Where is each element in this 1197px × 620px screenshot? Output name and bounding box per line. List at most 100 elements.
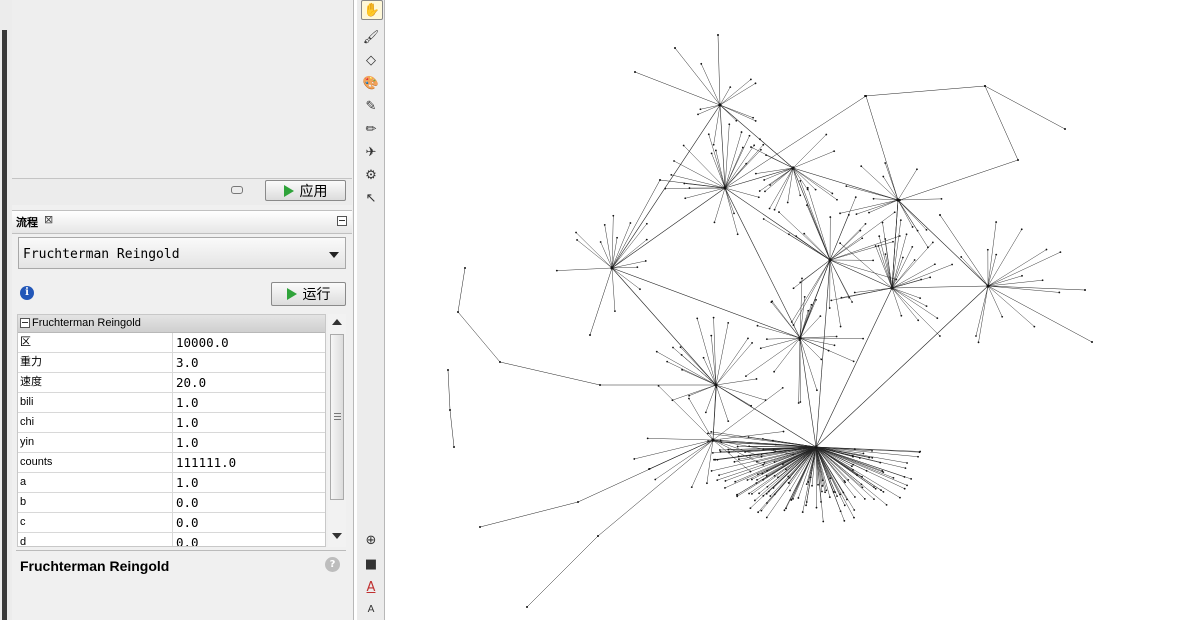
minimize-icon[interactable] (337, 216, 347, 226)
graph-node[interactable] (917, 455, 919, 458)
graph-node[interactable] (799, 194, 802, 197)
graph-node[interactable] (918, 451, 921, 454)
graph-node[interactable] (707, 133, 710, 136)
graph-node[interactable] (821, 490, 823, 493)
graph-node[interactable] (862, 452, 865, 455)
graph-node[interactable] (925, 228, 928, 231)
graph-node[interactable] (611, 267, 613, 269)
graph-node[interactable] (792, 453, 795, 456)
palette-icon[interactable]: 🎨 (361, 74, 381, 92)
graph-node[interactable] (852, 469, 854, 471)
graph-node[interactable] (829, 477, 832, 480)
graph-node[interactable] (783, 509, 786, 512)
graph-node[interactable] (688, 397, 690, 400)
graph-node[interactable] (673, 160, 675, 162)
graph-node[interactable] (878, 235, 881, 238)
graph-node[interactable] (861, 486, 864, 489)
scroll-thumb[interactable] (330, 334, 344, 500)
graph-node[interactable] (666, 360, 669, 363)
graph-node[interactable] (616, 236, 618, 239)
graph-node[interactable] (724, 480, 727, 482)
graph-node[interactable] (747, 337, 749, 340)
graph-node[interactable] (806, 188, 809, 191)
graph-node[interactable] (715, 384, 717, 386)
graph-node[interactable] (729, 86, 732, 89)
graph-node[interactable] (716, 458, 719, 461)
graph-node[interactable] (865, 95, 867, 97)
collapse-icon[interactable] (20, 318, 30, 328)
graph-node[interactable] (821, 479, 824, 482)
graph-node[interactable] (936, 317, 939, 320)
graph-node[interactable] (706, 482, 708, 485)
graph-node[interactable] (874, 245, 877, 247)
graph-node[interactable] (499, 361, 501, 363)
property-row[interactable]: bili 1.0 (18, 393, 325, 413)
graph-node[interactable] (845, 185, 848, 188)
graph-node[interactable] (724, 187, 726, 189)
graph-node[interactable] (839, 493, 842, 496)
graph-node[interactable] (749, 470, 752, 473)
graph-node[interactable] (688, 394, 691, 397)
font-color-icon[interactable]: A (361, 578, 381, 596)
graph-node[interactable] (860, 165, 863, 168)
graph-node[interactable] (871, 449, 873, 452)
graph-node[interactable] (758, 492, 761, 495)
graph-node[interactable] (868, 456, 871, 459)
graph-node[interactable] (766, 485, 769, 488)
graph-node[interactable] (751, 493, 753, 495)
graph-node[interactable] (881, 221, 884, 224)
graph-node[interactable] (447, 369, 449, 371)
graph-node[interactable] (803, 232, 806, 235)
graph-node[interactable] (711, 452, 714, 454)
graph-node[interactable] (1091, 341, 1093, 343)
graph-node[interactable] (762, 218, 765, 220)
property-value[interactable]: 0.0 (173, 493, 199, 512)
font-size-icon[interactable]: A (361, 600, 381, 618)
graph-node[interactable] (846, 498, 848, 501)
help-icon[interactable]: ? (325, 557, 340, 572)
graph-node[interactable] (684, 197, 687, 200)
graph-node[interactable] (790, 498, 793, 501)
scroll-down-icon[interactable] (332, 533, 342, 539)
graph-node[interactable] (825, 489, 828, 492)
property-value[interactable]: 1.0 (173, 433, 199, 452)
graph-node[interactable] (758, 190, 761, 192)
graph-node[interactable] (762, 143, 765, 146)
property-value[interactable]: 3.0 (173, 353, 199, 372)
graph-node[interactable] (905, 233, 908, 236)
graph-node[interactable] (853, 516, 855, 519)
graph-node[interactable] (735, 494, 738, 496)
graph-node[interactable] (751, 478, 753, 481)
graph-node[interactable] (760, 148, 762, 151)
graph-node[interactable] (836, 198, 838, 201)
property-row[interactable]: chi 1.0 (18, 413, 325, 433)
graph-node[interactable] (639, 288, 641, 291)
graph-node[interactable] (1017, 159, 1019, 161)
graph-node[interactable] (672, 346, 674, 349)
graph-node[interactable] (884, 238, 887, 240)
graph-node[interactable] (803, 296, 806, 298)
graph-node[interactable] (688, 187, 691, 189)
rect-icon[interactable]: ■ (361, 555, 381, 573)
graph-node[interactable] (892, 240, 894, 243)
graph-node[interactable] (858, 457, 861, 459)
graph-node[interactable] (822, 520, 825, 523)
graph-node[interactable] (755, 378, 758, 380)
graph-node[interactable] (830, 299, 833, 302)
property-scrollbar[interactable] (328, 314, 346, 547)
graph-node[interactable] (1045, 248, 1048, 251)
graph-node[interactable] (820, 500, 822, 503)
graph-node[interactable] (754, 120, 757, 122)
graph-node[interactable] (713, 221, 716, 224)
graph-node[interactable] (762, 463, 765, 466)
graph-node[interactable] (737, 455, 740, 458)
graph-node[interactable] (877, 244, 880, 247)
graph-node[interactable] (831, 192, 834, 195)
graph-node[interactable] (752, 116, 755, 119)
graph-node[interactable] (756, 324, 759, 327)
property-value[interactable]: 0.0 (173, 533, 199, 546)
graph-node[interactable] (1059, 251, 1062, 254)
graph-node[interactable] (1033, 325, 1036, 328)
graph-node[interactable] (679, 346, 682, 349)
graph-node[interactable] (479, 526, 481, 528)
